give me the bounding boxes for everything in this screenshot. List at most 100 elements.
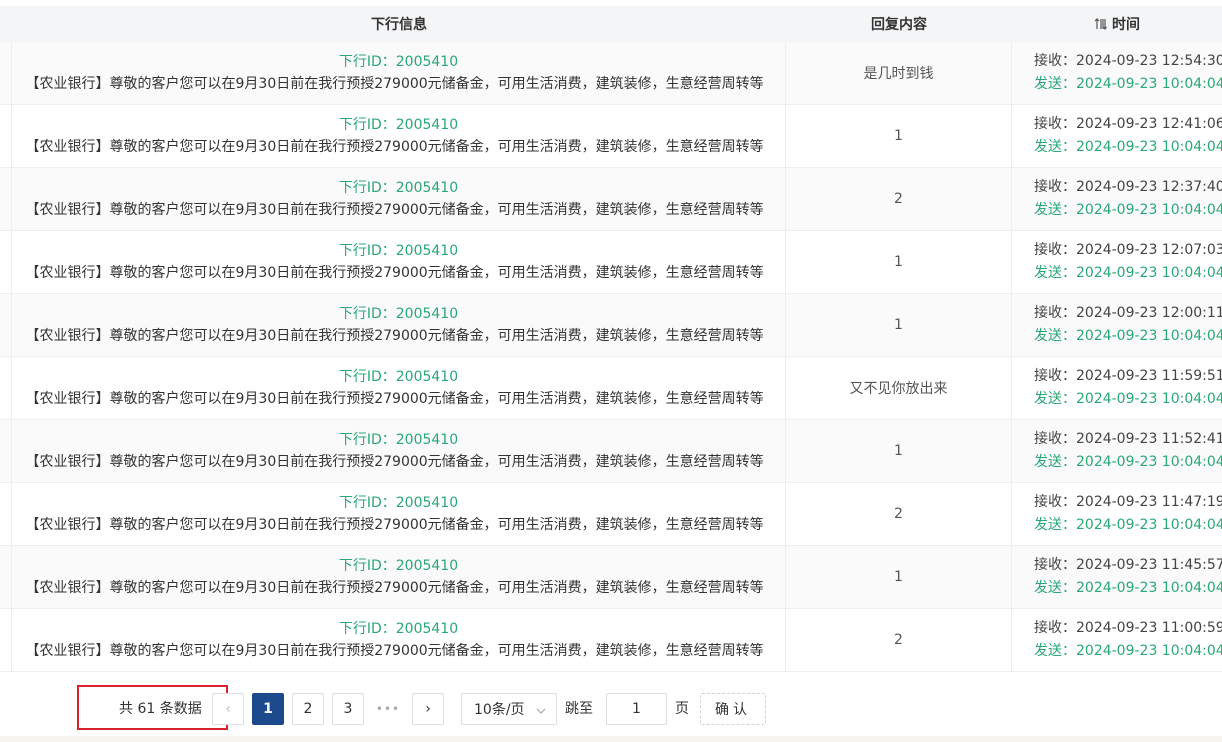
received-time: 接收：2024-09-23 11:52:41 — [1034, 431, 1222, 447]
page-size-select[interactable]: 10条/页 — [461, 693, 557, 725]
reply-cell: 是几时到钱 — [786, 42, 1012, 104]
page-3-button[interactable]: 3 — [332, 693, 364, 725]
pagination: 共 61 条数据 ‹ 1 2 3 ••• › 10条/页 跳至 页 确认 — [0, 692, 1222, 726]
downlink-id[interactable]: 下行ID：2005410 — [339, 51, 458, 73]
chevron-right-icon: › — [425, 701, 431, 717]
sent-time: 发送：2024-09-23 10:04:04 — [1034, 454, 1222, 470]
confirm-button[interactable]: 确认 — [700, 693, 766, 725]
time-cell: 接收：2024-09-23 11:59:51 发送：2024-09-23 10:… — [1012, 357, 1222, 419]
time-cell: 接收：2024-09-23 12:54:30 发送：2024-09-23 10:… — [1012, 42, 1222, 104]
row-spacer — [0, 483, 12, 545]
time-cell: 接收：2024-09-23 11:52:41 发送：2024-09-23 10:… — [1012, 420, 1222, 482]
reply-cell: 1 — [786, 105, 1012, 167]
time-cell: 接收：2024-09-23 11:47:19 发送：2024-09-23 10:… — [1012, 483, 1222, 545]
time-cell: 接收：2024-09-23 12:07:03 发送：2024-09-23 10:… — [1012, 231, 1222, 293]
row-spacer — [0, 420, 12, 482]
sms-content: 【农业银行】尊敬的客户您可以在9月30日前在我行预授279000元储备金，可用生… — [25, 454, 764, 470]
table-row: 下行ID：2005410 【农业银行】尊敬的客户您可以在9月30日前在我行预授2… — [0, 105, 1222, 168]
table-row: 下行ID：2005410 【农业银行】尊敬的客户您可以在9月30日前在我行预授2… — [0, 231, 1222, 294]
sent-time: 发送：2024-09-23 10:04:04 — [1034, 76, 1222, 92]
page-1-button[interactable]: 1 — [252, 693, 284, 725]
table-row: 下行ID：2005410 【农业银行】尊敬的客户您可以在9月30日前在我行预授2… — [0, 168, 1222, 231]
table-row: 下行ID：2005410 【农业银行】尊敬的客户您可以在9月30日前在我行预授2… — [0, 357, 1222, 420]
downlink-cell: 下行ID：2005410 【农业银行】尊敬的客户您可以在9月30日前在我行预授2… — [12, 42, 786, 104]
downlink-id[interactable]: 下行ID：2005410 — [339, 177, 458, 199]
sms-content: 【农业银行】尊敬的客户您可以在9月30日前在我行预授279000元储备金，可用生… — [25, 139, 764, 155]
row-spacer — [0, 357, 12, 419]
downlink-cell: 下行ID：2005410 【农业银行】尊敬的客户您可以在9月30日前在我行预授2… — [12, 105, 786, 167]
downlink-cell: 下行ID：2005410 【农业银行】尊敬的客户您可以在9月30日前在我行预授2… — [12, 168, 786, 230]
downlink-id[interactable]: 下行ID：2005410 — [339, 303, 458, 325]
row-spacer — [0, 546, 12, 608]
downlink-cell: 下行ID：2005410 【农业银行】尊敬的客户您可以在9月30日前在我行预授2… — [12, 483, 786, 545]
table-row: 下行ID：2005410 【农业银行】尊敬的客户您可以在9月30日前在我行预授2… — [0, 420, 1222, 483]
sms-content: 【农业银行】尊敬的客户您可以在9月30日前在我行预授279000元储备金，可用生… — [25, 328, 764, 344]
footer-strip — [0, 736, 1222, 742]
sent-time: 发送：2024-09-23 10:04:04 — [1034, 202, 1222, 218]
header-time[interactable]: 时间 — [1012, 6, 1222, 42]
next-page-button[interactable]: › — [412, 693, 444, 725]
downlink-id[interactable]: 下行ID：2005410 — [339, 240, 458, 262]
downlink-id[interactable]: 下行ID：2005410 — [339, 555, 458, 577]
jump-page-input[interactable] — [606, 693, 667, 725]
downlink-id[interactable]: 下行ID：2005410 — [339, 366, 458, 388]
jump-label: 跳至 — [565, 701, 593, 717]
reply-cell: 1 — [786, 546, 1012, 608]
sms-content: 【农业银行】尊敬的客户您可以在9月30日前在我行预授279000元储备金，可用生… — [25, 265, 764, 281]
downlink-cell: 下行ID：2005410 【农业银行】尊敬的客户您可以在9月30日前在我行预授2… — [12, 420, 786, 482]
sort-icon[interactable] — [1094, 17, 1108, 31]
sms-content: 【农业银行】尊敬的客户您可以在9月30日前在我行预授279000元储备金，可用生… — [25, 643, 764, 659]
more-pages-ellipsis[interactable]: ••• — [376, 693, 400, 725]
reply-cell: 1 — [786, 231, 1012, 293]
table-header: 下行信息 回复内容 时间 — [0, 6, 1222, 42]
row-spacer — [0, 294, 12, 356]
reply-cell: 2 — [786, 609, 1012, 671]
downlink-id[interactable]: 下行ID：2005410 — [339, 492, 458, 514]
sms-content: 【农业银行】尊敬的客户您可以在9月30日前在我行预授279000元储备金，可用生… — [25, 76, 764, 92]
time-cell: 接收：2024-09-23 12:37:40 发送：2024-09-23 10:… — [1012, 168, 1222, 230]
received-time: 接收：2024-09-23 12:00:11 — [1034, 305, 1222, 321]
sent-time: 发送：2024-09-23 10:04:04 — [1034, 265, 1222, 281]
row-spacer — [0, 609, 12, 671]
sent-time: 发送：2024-09-23 10:04:04 — [1034, 139, 1222, 155]
time-cell: 接收：2024-09-23 11:45:57 发送：2024-09-23 10:… — [1012, 546, 1222, 608]
downlink-id[interactable]: 下行ID：2005410 — [339, 114, 458, 136]
header-downlink: 下行信息 — [371, 17, 427, 33]
table-row: 下行ID：2005410 【农业银行】尊敬的客户您可以在9月30日前在我行预授2… — [0, 483, 1222, 546]
received-time: 接收：2024-09-23 12:54:30 — [1034, 53, 1222, 69]
row-spacer — [0, 231, 12, 293]
received-time: 接收：2024-09-23 12:41:06 — [1034, 116, 1222, 132]
row-spacer — [0, 105, 12, 167]
received-time: 接收：2024-09-23 11:59:51 — [1034, 368, 1222, 384]
downlink-cell: 下行ID：2005410 【农业银行】尊敬的客户您可以在9月30日前在我行预授2… — [12, 609, 786, 671]
page-size-value: 10条/页 — [474, 702, 525, 718]
table-row: 下行ID：2005410 【农业银行】尊敬的客户您可以在9月30日前在我行预授2… — [0, 42, 1222, 105]
time-cell: 接收：2024-09-23 12:00:11 发送：2024-09-23 10:… — [1012, 294, 1222, 356]
downlink-cell: 下行ID：2005410 【农业银行】尊敬的客户您可以在9月30日前在我行预授2… — [12, 231, 786, 293]
downlink-cell: 下行ID：2005410 【农业银行】尊敬的客户您可以在9月30日前在我行预授2… — [12, 357, 786, 419]
row-spacer — [0, 168, 12, 230]
header-reply: 回复内容 — [871, 17, 927, 33]
downlink-cell: 下行ID：2005410 【农业银行】尊敬的客户您可以在9月30日前在我行预授2… — [12, 546, 786, 608]
page-2-button[interactable]: 2 — [292, 693, 324, 725]
downlink-id[interactable]: 下行ID：2005410 — [339, 429, 458, 451]
reply-cell: 2 — [786, 483, 1012, 545]
time-cell: 接收：2024-09-23 11:00:59 发送：2024-09-23 10:… — [1012, 609, 1222, 671]
downlink-cell: 下行ID：2005410 【农业银行】尊敬的客户您可以在9月30日前在我行预授2… — [12, 294, 786, 356]
sms-content: 【农业银行】尊敬的客户您可以在9月30日前在我行预授279000元储备金，可用生… — [25, 580, 764, 596]
chevron-left-icon: ‹ — [225, 701, 231, 717]
prev-page-button[interactable]: ‹ — [212, 693, 244, 725]
reply-cell: 又不见你放出来 — [786, 357, 1012, 419]
received-time: 接收：2024-09-23 11:47:19 — [1034, 494, 1222, 510]
chevron-down-icon — [536, 704, 546, 720]
sms-content: 【农业银行】尊敬的客户您可以在9月30日前在我行预授279000元储备金，可用生… — [25, 202, 764, 218]
sms-content: 【农业银行】尊敬的客户您可以在9月30日前在我行预授279000元储备金，可用生… — [25, 517, 764, 533]
reply-cell: 1 — [786, 294, 1012, 356]
time-cell: 接收：2024-09-23 12:41:06 发送：2024-09-23 10:… — [1012, 105, 1222, 167]
received-time: 接收：2024-09-23 11:45:57 — [1034, 557, 1222, 573]
table-row: 下行ID：2005410 【农业银行】尊敬的客户您可以在9月30日前在我行预授2… — [0, 609, 1222, 672]
downlink-id[interactable]: 下行ID：2005410 — [339, 618, 458, 640]
table-row: 下行ID：2005410 【农业银行】尊敬的客户您可以在9月30日前在我行预授2… — [0, 546, 1222, 609]
sent-time: 发送：2024-09-23 10:04:04 — [1034, 328, 1222, 344]
table-row: 下行ID：2005410 【农业银行】尊敬的客户您可以在9月30日前在我行预授2… — [0, 294, 1222, 357]
